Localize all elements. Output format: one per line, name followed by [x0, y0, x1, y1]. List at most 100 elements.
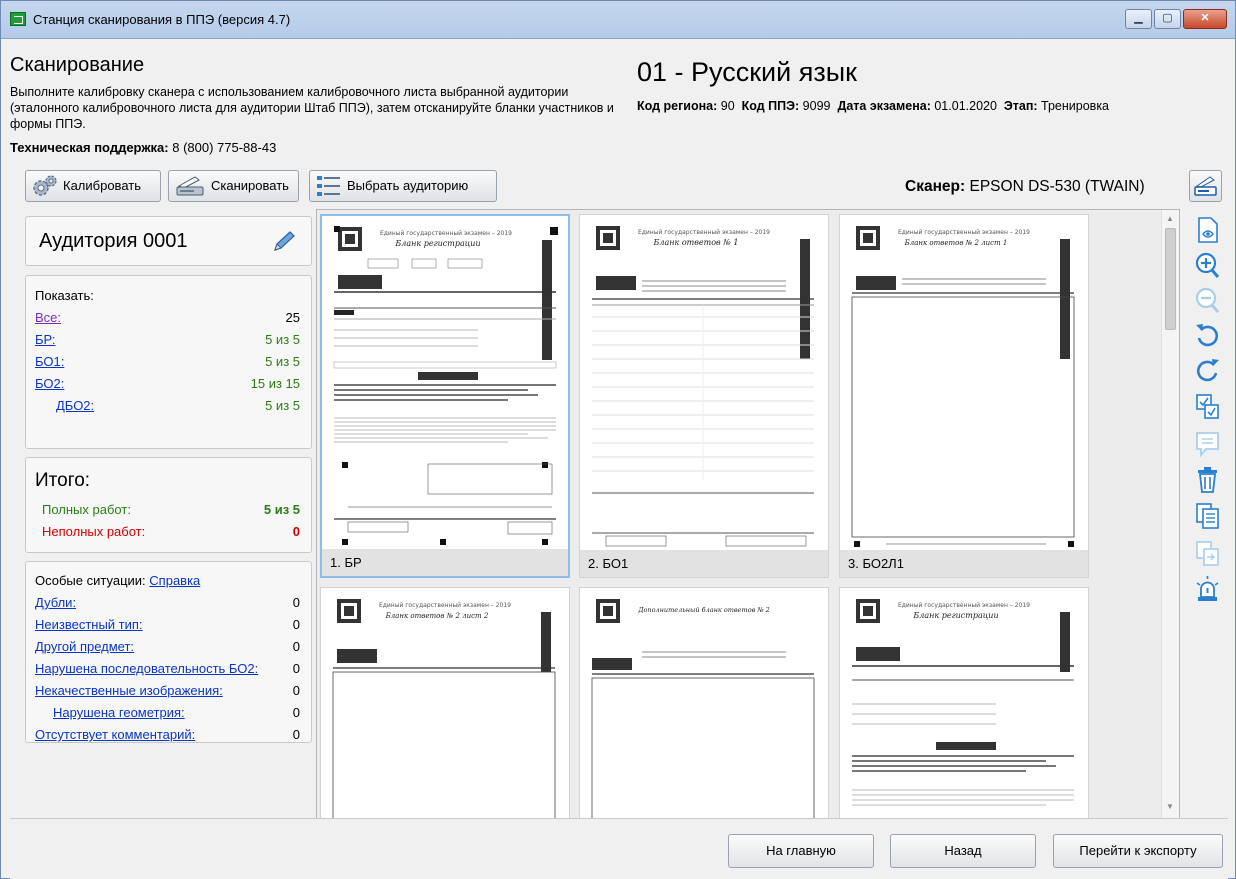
pencil-icon[interactable] [271, 230, 297, 254]
show-value-all: 25 [285, 310, 300, 325]
special-link-other-subject[interactable]: Другой предмет: [35, 639, 134, 654]
special-label-text: Особые ситуации: [35, 573, 146, 588]
total-full-label: Полных работ: [42, 502, 131, 517]
scan-sheet: Единый государственный экзамен – 2019 Бл… [586, 221, 822, 551]
thumbnail-caption: 2. БО1 [580, 550, 828, 577]
delete-button[interactable] [1194, 465, 1221, 495]
back-button[interactable]: Назад [890, 834, 1036, 868]
rotate-right-button[interactable] [1194, 355, 1221, 385]
sheet-title-text: Бланк регистрации [394, 239, 480, 248]
app-logo-icon [10, 12, 26, 26]
select-room-button[interactable]: Выбрать аудиторию [309, 170, 497, 202]
special-link-duplicates[interactable]: Дубли: [35, 595, 76, 610]
view-page-icon [1198, 217, 1218, 243]
scroll-down-icon[interactable]: ▼ [1166, 802, 1174, 811]
special-link-no-comment[interactable]: Отсутствует комментарий: [35, 727, 195, 742]
special-row-no-comment: Отсутствует комментарий: 0 [35, 727, 300, 745]
total-incomplete-value: 0 [292, 524, 300, 539]
special-link-bad-images[interactable]: Некачественные изображения: [35, 683, 223, 698]
show-row-all: Все: 25 [35, 310, 300, 328]
calibrate-button[interactable]: Калибровать [25, 170, 161, 202]
show-link-dbo2[interactable]: ДБО2: [56, 398, 94, 413]
export-button[interactable]: Перейти к экспорту [1053, 834, 1223, 868]
scroll-up-icon[interactable]: ▲ [1166, 214, 1174, 223]
scan-thumbnail[interactable]: Единый государственный экзамен – 2019 Бл… [320, 214, 570, 578]
mark-button[interactable] [1194, 392, 1221, 422]
scan-thumbnail[interactable]: Дополнительный бланк ответов № 2 [579, 587, 829, 818]
show-value-br: 5 из 5 [265, 332, 300, 347]
special-link-unknown-type[interactable]: Неизвестный тип: [35, 617, 143, 632]
maximize-button[interactable]: ▢ [1154, 9, 1181, 29]
rotate-left-button[interactable] [1194, 320, 1221, 350]
window-title: Станция сканирования в ППЭ (версия 4.7) [33, 12, 291, 27]
copy-icon [1196, 503, 1219, 529]
alert-button[interactable] [1194, 575, 1221, 605]
scan-label: Сканировать [211, 178, 289, 193]
special-link-sequence[interactable]: Нарушена последовательность БО2: [35, 661, 258, 676]
scanner-settings-button[interactable] [1189, 170, 1222, 202]
svg-text:Единый государственный экзамен: Единый государственный экзамен – 2019 [638, 229, 770, 236]
title-bar[interactable]: Станция сканирования в ППЭ (версия 4.7) … [1, 1, 1235, 39]
total-incomplete-row: Неполных работ: 0 [35, 524, 300, 542]
gears-icon [32, 174, 58, 198]
total-full-value: 5 из 5 [263, 502, 300, 517]
help-link[interactable]: Справка [149, 573, 200, 588]
thumbnail-caption: 1. БР [322, 549, 568, 576]
show-link-bo1[interactable]: БО1: [35, 354, 64, 369]
scan-thumbnail[interactable]: Единый государственный экзамен – 2019 Бл… [839, 587, 1089, 818]
scan-thumbnail[interactable]: Единый государственный экзамен – 2019 Бл… [320, 587, 570, 818]
scan-thumbnail[interactable]: Единый государственный экзамен – 2019 Бл… [579, 214, 829, 578]
rotate-right-icon [1196, 359, 1219, 382]
special-value-no-comment: 0 [292, 727, 300, 742]
home-button[interactable]: На главную [728, 834, 874, 868]
zoom-in-button[interactable] [1194, 250, 1221, 280]
list-icon [316, 174, 342, 198]
svg-text:Единый государственный экзамен: Единый государственный экзамен – 2019 [898, 602, 1030, 609]
show-label: Показать: [35, 288, 94, 303]
support-label: Техническая поддержка: [10, 140, 169, 155]
sheet-title-text: Бланк ответов № 2 лист 1 [904, 239, 1008, 247]
thumbnail-caption: 3. БО2Л1 [840, 550, 1088, 577]
room-title: Аудитория 0001 [39, 230, 188, 252]
support-info: Техническая поддержка: 8 (800) 775-88-43 [10, 140, 276, 155]
show-link-all[interactable]: Все: [35, 310, 61, 325]
scan-button[interactable]: Сканировать [168, 170, 299, 202]
ppe-label: Код ППЭ: [741, 99, 800, 113]
form-image: Единый государственный экзамен – 2019 Бл… [851, 226, 1075, 547]
special-row-geometry: Нарушена геометрия: 0 [35, 705, 300, 723]
calibrate-label: Калибровать [63, 178, 141, 193]
form-image: Единый государственный экзамен – 2019 Бл… [592, 226, 814, 547]
svg-text:Единый государственный экзамен: Единый государственный экзамен – 2019 [380, 230, 512, 237]
minimize-button[interactable]: ▁ [1125, 9, 1152, 29]
scanner-label: Сканер: [905, 178, 966, 195]
scan-thumbnail[interactable]: Единый государственный экзамен – 2019 Бл… [839, 214, 1089, 578]
special-value-other-subject: 0 [292, 639, 300, 654]
scan-sheet: Единый государственный экзамен – 2019 Бл… [327, 594, 563, 818]
sheet-title-text: Бланк ответов № 2 лист 2 [385, 612, 489, 620]
date-value: 01.01.2020 [934, 99, 997, 113]
zoom-out-button[interactable] [1194, 285, 1221, 315]
rotate-left-icon [1196, 324, 1219, 347]
show-value-bo2: 15 из 15 [250, 376, 300, 391]
special-value-duplicates: 0 [292, 595, 300, 610]
scan-gallery[interactable]: Единый государственный экзамен – 2019 Бл… [316, 209, 1180, 819]
form-image: Единый государственный экзамен – 2019 Бл… [332, 599, 556, 818]
special-value-geometry: 0 [292, 705, 300, 720]
comment-button[interactable] [1194, 429, 1221, 459]
replace-button[interactable] [1194, 539, 1221, 569]
show-link-br[interactable]: БР: [35, 332, 56, 347]
ppe-value: 9099 [802, 99, 831, 113]
show-link-bo2[interactable]: БО2: [35, 376, 64, 391]
special-row-bad-images: Некачественные изображения: 0 [35, 683, 300, 701]
close-button[interactable]: ✕ [1183, 9, 1227, 29]
show-filter-panel: Показать: Все: 25 БР: 5 из 5 БО1: 5 из 5… [25, 275, 312, 449]
comment-icon [1196, 432, 1219, 458]
scan-sheet: Единый государственный экзамен – 2019 Бл… [846, 221, 1082, 551]
gallery-scrollbar[interactable]: ▲ ▼ [1161, 210, 1179, 818]
special-link-geometry[interactable]: Нарушена геометрия: [53, 705, 185, 720]
stage-value: Тренировка [1041, 99, 1110, 113]
scroll-thumb[interactable] [1165, 228, 1176, 330]
copy-button[interactable] [1194, 501, 1221, 531]
show-row-bo2: БО2: 15 из 15 [35, 376, 300, 394]
view-page-button[interactable] [1194, 215, 1221, 245]
